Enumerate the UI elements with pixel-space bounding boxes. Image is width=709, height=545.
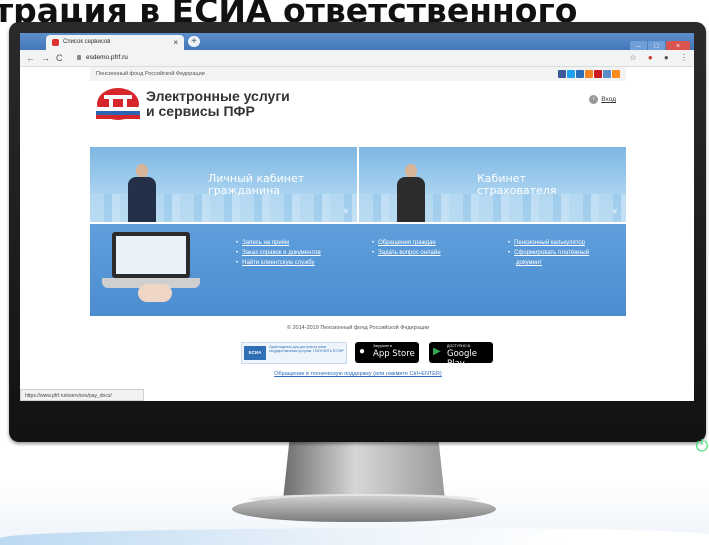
links-column-1: Запись на приём Заказ справок и документ… [236,238,321,268]
chevron-down-icon[interactable]: » [341,208,351,213]
app-store-label: App Store [373,349,415,359]
login-link[interactable]: ‹ Вход [589,95,616,104]
pfr-logo[interactable] [96,87,140,121]
star-icon[interactable]: ☆ [629,53,636,62]
login-icon: ‹ [589,95,599,104]
header: Электронные услуги и сервисы ПФР ‹ Вход [90,81,626,127]
link-order-documents[interactable]: Заказ справок и документов [236,248,321,258]
link-payment-document[interactable]: Сформировать платёжный [508,248,589,258]
link-pension-calculator[interactable]: Пенсионный калькулятор [508,238,589,248]
vk-icon[interactable] [576,70,584,78]
youtube-icon[interactable] [594,70,602,78]
link-ask-online[interactable]: Задать вопрос онлайн [372,248,440,258]
support-link[interactable]: Обращение в техническую поддержку (или н… [90,371,626,377]
chevron-down-icon[interactable]: » [610,208,620,213]
person-body [397,177,425,222]
apple-icon: ● [359,346,366,357]
citizen-cabinet-line2: гражданина [208,184,281,197]
services-panel: Запись на приём Заказ справок и документ… [90,224,626,316]
top-strip: Пенсионный фонд Российской Федерации [90,67,626,81]
citizen-person-image [126,164,158,222]
tab-title: Список сервисов [63,39,111,45]
window-controls: – □ × [629,35,690,52]
person-head [405,164,417,178]
screen: Список сервисов × + – □ × ← → C esdemo.pfr… [20,33,694,401]
laptop-screen [112,232,190,278]
new-tab-button[interactable]: + [188,36,200,47]
link-find-office[interactable]: Найти клиентскую службу [236,258,321,268]
forward-icon[interactable]: → [41,50,50,66]
person-body [128,177,156,222]
app-store-button[interactable]: ● Загрузите в App Store [355,342,419,363]
employer-cabinet-line2: страхователя [477,184,557,197]
link-appointment[interactable]: Запись на приём [236,238,321,248]
copyright: © 2014-2019 Пенсионный фонд Российской Ф… [286,325,430,331]
hand-image [138,284,172,302]
links-column-3: Пенсионный калькулятор Сформировать плат… [508,238,589,268]
esia-logo: ЕСИА [244,346,266,360]
link-payment-document-line2[interactable]: документ [508,258,589,268]
links-column-2: Обращения граждан Задать вопрос онлайн [372,238,441,258]
url-field[interactable]: esdemo.pfrf.ru [86,50,128,66]
tab-close-icon[interactable]: × [173,35,178,50]
facebook-icon[interactable] [558,70,566,78]
site-title: Электронные услуги и сервисы ПФР [146,89,290,119]
person-head [136,164,148,178]
esia-badge[interactable]: ЕСИА Одна подпись для доступа ко всем го… [241,342,347,364]
play-icon: ▶ [433,346,441,357]
mail-icon[interactable] [603,70,611,78]
monitor-neck [283,440,445,500]
employer-cabinet-label: Кабинет страхователя [477,173,556,197]
laptop-screen-content [116,236,186,274]
site-title-line1: Электронные услуги [146,88,290,104]
google-play-small: ДОСТУПНО В [447,344,470,348]
status-bar-url: https://www.pfrf.ru/eservices/pay_docs/ [20,389,144,401]
reload-icon[interactable]: C [56,50,63,66]
link-citizen-appeals[interactable]: Обращения граждан [372,238,441,248]
login-label: Вход [601,96,616,104]
account-icon[interactable]: ● [664,53,669,62]
top-strip-text: Пенсионный фонд Российской Федерации [96,71,205,77]
browser-tab[interactable]: Список сервисов × [46,35,184,50]
address-bar-row: ← → C esdemo.pfrf.ru ☆ ● ● ⋮ [20,50,694,67]
lock-icon [77,55,81,60]
employer-cabinet-banner[interactable]: Кабинет страхователя » [359,147,626,222]
citizen-cabinet-banner[interactable]: Личный кабинет гражданина » [90,147,357,222]
laptop-image [102,232,210,304]
toolbar-icons: ☆ ● ● ⋮ [620,50,688,66]
browser-titlebar: Список сервисов × + – □ × [20,33,694,52]
favicon-icon [52,39,59,46]
floor-swoosh [0,528,709,545]
citizen-cabinet-label: Личный кабинет гражданина [208,173,304,197]
extension-icon[interactable]: ● [648,53,653,62]
back-icon[interactable]: ← [26,50,35,66]
esia-badge-text: Одна подпись для доступа ко всем государ… [269,345,344,353]
menu-icon[interactable]: ⋮ [680,53,688,62]
employer-person-image [395,164,427,222]
web-page: Пенсионный фонд Российской Федерации Эле… [90,67,626,397]
app-store-small: Загрузите в [373,344,392,348]
power-icon[interactable]: ⏻ [693,438,709,456]
google-play-label: Google Play [447,349,477,369]
site-title-line2: и сервисы ПФР [146,103,255,119]
google-play-button[interactable]: ▶ ДОСТУПНО В Google Play [429,342,493,369]
rss-icon[interactable] [612,70,620,78]
ok-icon[interactable] [585,70,593,78]
twitter-icon[interactable] [567,70,575,78]
monitor-base [232,496,496,522]
